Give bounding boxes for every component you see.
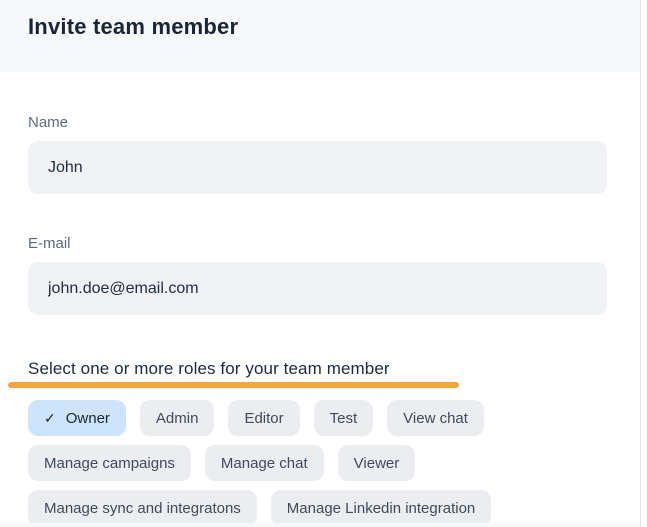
role-chip-viewer[interactable]: Viewer xyxy=(338,445,416,481)
role-chip-test[interactable]: Test xyxy=(314,400,374,436)
role-chip-view-chat[interactable]: View chat xyxy=(387,400,484,436)
role-chip-manage-chat[interactable]: Manage chat xyxy=(205,445,324,481)
name-label: Name xyxy=(28,114,600,131)
role-chip-label: Manage sync and integratons xyxy=(44,500,241,517)
name-input[interactable] xyxy=(28,141,607,194)
role-chip-label: Manage Linkedin integration xyxy=(287,500,475,517)
role-chip-label: Manage campaigns xyxy=(44,455,175,472)
page-header: Invite team member xyxy=(0,0,640,72)
role-chip-label: Editor xyxy=(244,410,283,427)
role-chip-label: Admin xyxy=(156,410,199,427)
role-chip-editor[interactable]: Editor xyxy=(228,400,299,436)
role-chip-label: Owner xyxy=(66,410,110,427)
page-title: Invite team member xyxy=(28,14,612,40)
role-chip-label: View chat xyxy=(403,410,468,427)
role-chip-manage-campaigns[interactable]: Manage campaigns xyxy=(28,445,191,481)
roles-heading: Select one or more roles for your team m… xyxy=(28,359,600,379)
check-icon: ✓ xyxy=(44,410,56,427)
role-chip-label: Test xyxy=(330,410,358,427)
role-chip-manage-sync-and-integratons[interactable]: Manage sync and integratons xyxy=(28,490,257,526)
email-input[interactable] xyxy=(28,262,607,315)
roles-underline-accent xyxy=(8,382,459,388)
panel-right-border xyxy=(640,0,641,527)
invite-form: Name E-mail Select one or more roles for… xyxy=(0,114,640,526)
bottom-edge-strip xyxy=(0,523,640,527)
role-chip-list: ✓ Owner Admin Editor Test View chat Manage cam… xyxy=(28,400,613,526)
invite-team-member-panel: Invite team member Name E-mail Select on… xyxy=(0,0,647,527)
role-chip-label: Manage chat xyxy=(221,455,308,472)
role-chip-label: Viewer xyxy=(354,455,400,472)
role-chip-manage-linkedin-integration[interactable]: Manage Linkedin integration xyxy=(271,490,491,526)
role-chip-admin[interactable]: Admin xyxy=(140,400,215,436)
email-label: E-mail xyxy=(28,235,600,252)
role-chip-owner[interactable]: ✓ Owner xyxy=(28,400,126,436)
